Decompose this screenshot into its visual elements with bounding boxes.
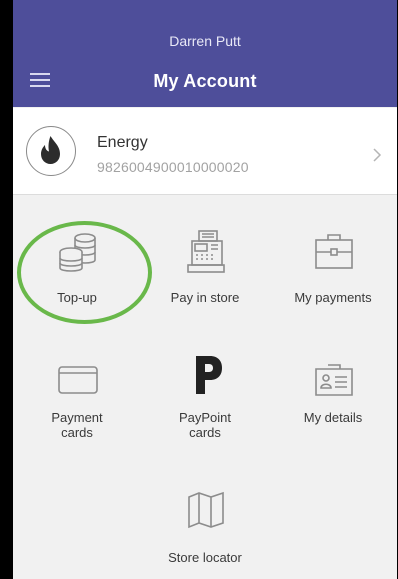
page-title: My Account <box>153 71 257 91</box>
cash-register-icon <box>187 230 225 273</box>
app-screen: Darren Putt My Account Energy 9826004900… <box>13 0 397 579</box>
app-header: Darren Putt My Account <box>13 0 397 107</box>
tile-label: Store locator <box>168 550 242 565</box>
tile-my-payments[interactable]: My payments <box>269 212 397 322</box>
tile-label: My payments <box>294 290 372 305</box>
tile-my-details[interactable]: My details <box>269 346 397 456</box>
briefcase-icon <box>315 234 353 269</box>
flame-icon <box>26 126 76 176</box>
tile-label: Payment cards <box>51 410 103 440</box>
tile-label: PayPoint cards <box>178 410 232 440</box>
coins-stack-icon <box>59 233 96 272</box>
tile-label: Top-up <box>57 290 97 305</box>
paypoint-logo-icon <box>196 356 222 394</box>
tile-payment-cards[interactable]: Payment cards <box>13 346 141 456</box>
tile-store-locator[interactable]: Store locator <box>141 476 269 579</box>
account-number: 9826004900010000020 <box>97 159 249 175</box>
tile-label: Pay in store <box>170 290 240 305</box>
account-row[interactable]: Energy 9826004900010000020 <box>13 108 397 195</box>
credit-card-icon <box>58 366 98 394</box>
user-name: Darren Putt <box>169 33 241 49</box>
tile-paypoint-cards[interactable]: PayPoint cards <box>141 346 269 456</box>
chevron-right-icon <box>373 148 382 162</box>
id-card-icon <box>315 364 353 396</box>
tile-label: My details <box>303 410 363 425</box>
account-name: Energy <box>97 134 148 151</box>
tile-pay-in-store[interactable]: Pay in store <box>141 212 269 322</box>
map-icon <box>188 491 224 529</box>
tile-top-up[interactable]: Top-up <box>13 212 141 322</box>
